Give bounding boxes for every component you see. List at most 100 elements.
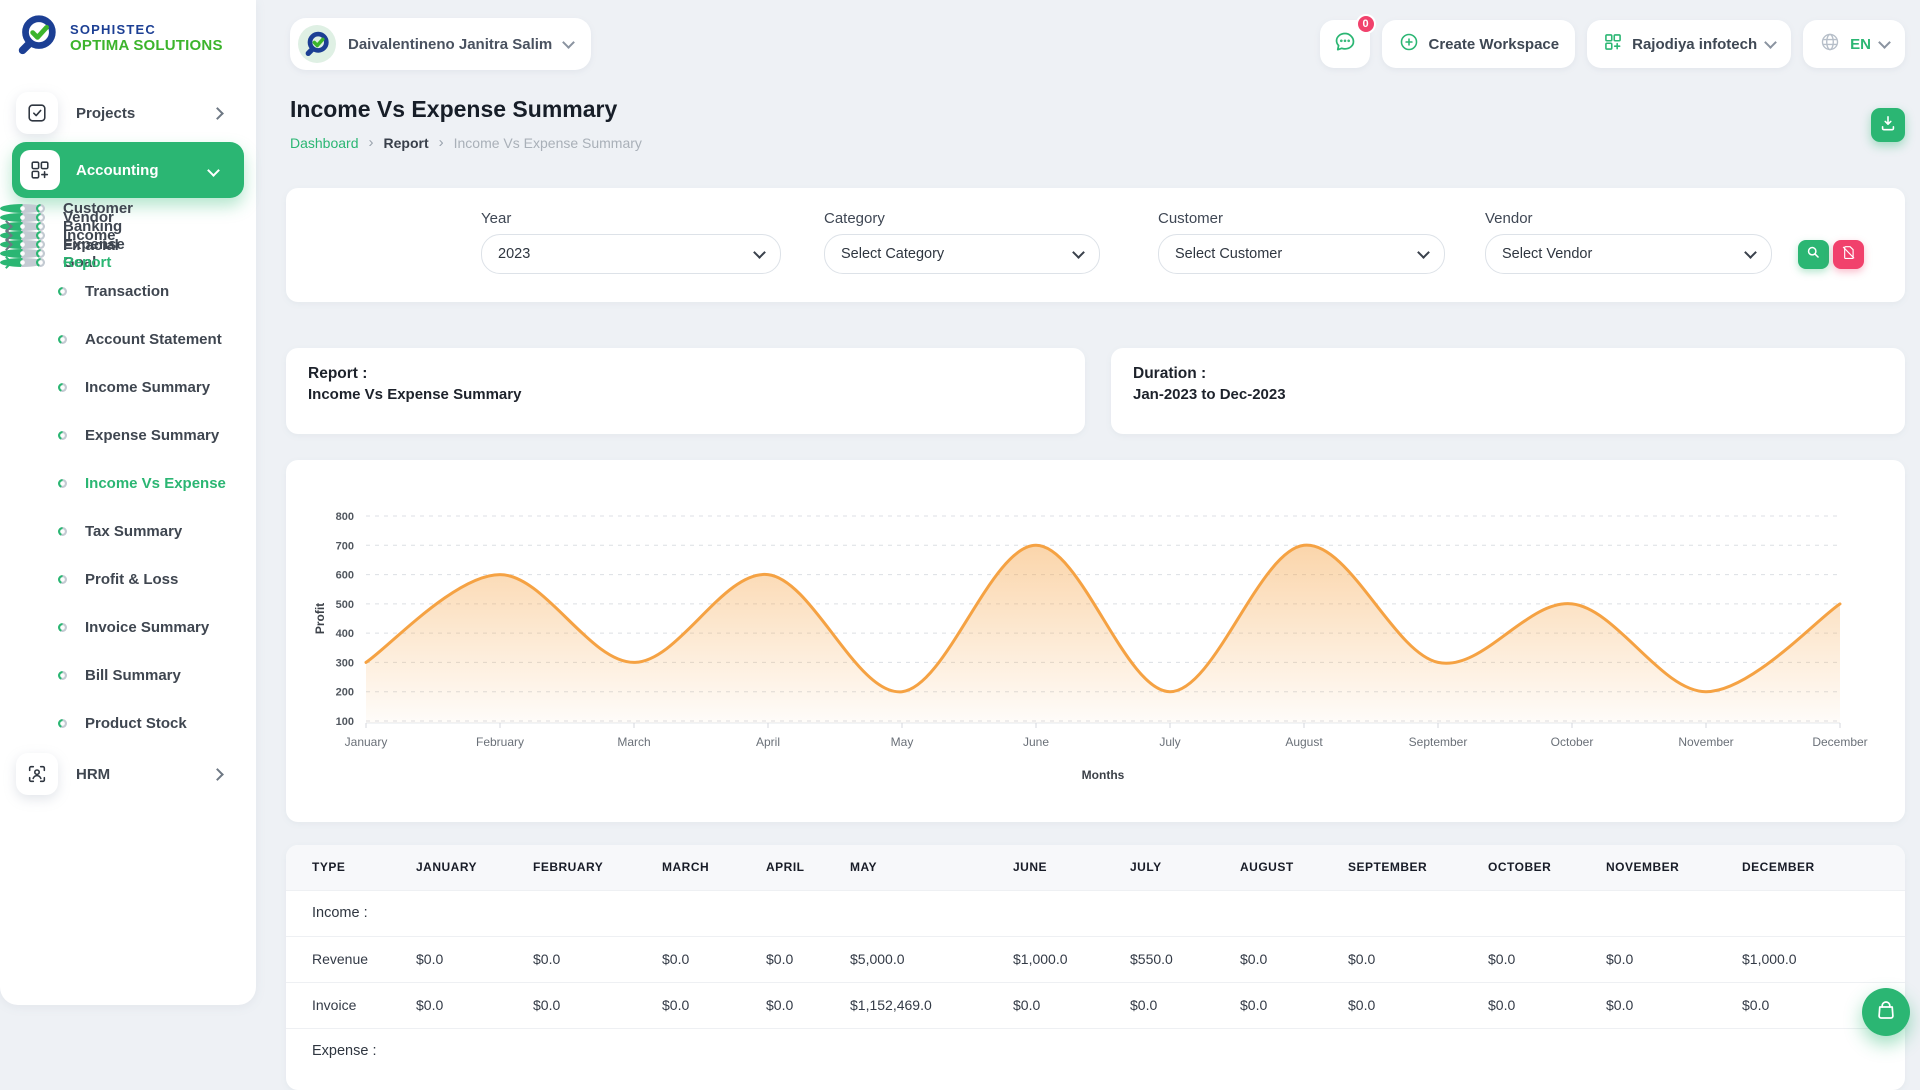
bullet-icon bbox=[58, 383, 67, 392]
breadcrumb-report[interactable]: Report bbox=[384, 135, 429, 151]
breadcrumb-dashboard[interactable]: Dashboard bbox=[290, 135, 359, 151]
filter-panel: Year Category Customer Vendor 2023 Selec… bbox=[286, 188, 1905, 302]
year-select[interactable]: 2023 bbox=[481, 234, 781, 274]
report-value: Income Vs Expense Summary bbox=[308, 386, 1063, 403]
messages-button[interactable]: 0 bbox=[1320, 20, 1370, 68]
topbar-actions: 0 Create Workspace Rajodiya infotech EN bbox=[1320, 20, 1906, 68]
sidebar-item-label: Profit & Loss bbox=[85, 571, 178, 588]
workspace-name: Rajodiya infotech bbox=[1632, 36, 1757, 53]
sidebar-item-label: Invoice Summary bbox=[85, 619, 209, 636]
reset-filter-button[interactable] bbox=[1833, 240, 1864, 269]
customer-select[interactable]: Select Customer bbox=[1158, 234, 1445, 274]
chevron-right-icon bbox=[211, 107, 224, 120]
download-report-button[interactable] bbox=[1871, 108, 1905, 142]
messages-badge: 0 bbox=[1356, 14, 1376, 34]
svg-text:August: August bbox=[1285, 735, 1323, 749]
create-workspace-button[interactable]: Create Workspace bbox=[1382, 20, 1576, 68]
svg-text:200: 200 bbox=[336, 687, 354, 699]
sidebar-item-tax-summary[interactable]: Tax Summary bbox=[0, 507, 256, 555]
svg-text:400: 400 bbox=[336, 628, 354, 640]
chevron-down-icon bbox=[207, 164, 220, 177]
sidebar-item-invoice-summary[interactable]: Invoice Summary bbox=[0, 603, 256, 651]
customer-label: Customer bbox=[1158, 210, 1223, 227]
brand-tagline: OPTIMA SOLUTIONS bbox=[70, 37, 223, 54]
workspace-switcher[interactable]: Rajodiya infotech bbox=[1587, 20, 1791, 68]
svg-text:500: 500 bbox=[336, 599, 354, 611]
chevron-down-icon bbox=[1417, 246, 1430, 259]
bullet-icon bbox=[58, 575, 67, 584]
bullet-icon bbox=[58, 479, 67, 488]
sidebar-item-bill-summary[interactable]: Bill Summary bbox=[0, 651, 256, 699]
logo-icon bbox=[14, 12, 60, 63]
sidebar-item-report[interactable]: Report bbox=[0, 258, 45, 267]
svg-text:September: September bbox=[1409, 735, 1468, 749]
sidebar-item-expense[interactable]: Expense bbox=[0, 240, 45, 249]
sidebar-item-product-stock[interactable]: Product Stock bbox=[0, 699, 256, 747]
search-icon bbox=[1805, 244, 1822, 266]
apply-filter-button[interactable] bbox=[1798, 240, 1829, 269]
report-label: Report : bbox=[308, 365, 1063, 383]
sidebar-item-label: Accounting bbox=[76, 162, 159, 179]
sidebar-item-label: Product Stock bbox=[85, 715, 187, 732]
sidebar-item-hrm[interactable]: HRM bbox=[0, 747, 256, 801]
chevron-right-icon bbox=[211, 768, 224, 781]
column-header: AUGUST bbox=[1239, 845, 1347, 890]
customer-select-value: Select Customer bbox=[1175, 246, 1282, 262]
reset-filter-icon bbox=[1840, 244, 1857, 266]
sidebar-item-projects[interactable]: Projects bbox=[0, 86, 256, 140]
sidebar-item-label: Income Vs Expense bbox=[85, 475, 226, 492]
bullet-icon bbox=[58, 623, 67, 632]
sidebar-item-label: Expense Summary bbox=[85, 427, 219, 444]
user-focus-icon bbox=[16, 753, 58, 795]
language-switcher[interactable]: EN bbox=[1803, 20, 1905, 68]
sidebar-item-accounting[interactable]: Accounting bbox=[12, 142, 244, 198]
breadcrumb-separator: › bbox=[369, 134, 374, 151]
sidebar: SOPHISTEC OPTIMA SOLUTIONS Projects Accou… bbox=[0, 0, 256, 1049]
svg-text:October: October bbox=[1551, 735, 1594, 749]
sidebar-item-profit-loss[interactable]: Profit & Loss bbox=[0, 555, 256, 603]
sidebar-item-label: Income Summary bbox=[85, 379, 210, 396]
duration-value: Jan-2023 to Dec-2023 bbox=[1133, 386, 1883, 403]
sidebar-item-account-statement[interactable]: Account Statement bbox=[0, 315, 256, 363]
bullet-icon bbox=[36, 249, 45, 258]
category-select[interactable]: Select Category bbox=[824, 234, 1100, 274]
bullet-icon bbox=[36, 231, 45, 240]
logo[interactable]: SOPHISTEC OPTIMA SOLUTIONS bbox=[14, 12, 223, 63]
sidebar-item-customer[interactable]: Customer bbox=[0, 204, 45, 213]
sidebar-item-income-summary[interactable]: Income Summary bbox=[0, 363, 256, 411]
svg-text:700: 700 bbox=[336, 540, 354, 552]
column-header: SEPTEMBER bbox=[1347, 845, 1487, 890]
bullet-icon bbox=[36, 240, 45, 249]
chevron-down-icon bbox=[1744, 246, 1757, 259]
vendor-label: Vendor bbox=[1485, 210, 1533, 227]
chevron-down-icon bbox=[562, 36, 575, 49]
column-header: OCTOBER bbox=[1487, 845, 1605, 890]
sidebar-item-label: HRM bbox=[76, 766, 110, 783]
breadcrumb: Dashboard › Report › Income Vs Expense S… bbox=[290, 134, 642, 151]
vendor-select[interactable]: Select Vendor bbox=[1485, 234, 1772, 274]
sidebar-item-transaction[interactable]: Transaction bbox=[0, 267, 256, 315]
sidebar-item-income-vs-expense[interactable]: Income Vs Expense bbox=[0, 459, 256, 507]
bullet-icon bbox=[58, 719, 67, 728]
bullet-icon bbox=[58, 287, 67, 296]
shop-fab-button[interactable] bbox=[1862, 988, 1910, 1036]
sidebar-item-expense-summary[interactable]: Expense Summary bbox=[0, 411, 256, 459]
column-header: MARCH bbox=[661, 845, 765, 890]
brand-name: SOPHISTEC bbox=[70, 22, 223, 37]
svg-text:100: 100 bbox=[336, 716, 354, 728]
duration-summary-card: Duration : Jan-2023 to Dec-2023 bbox=[1111, 348, 1905, 434]
svg-text:July: July bbox=[1159, 735, 1180, 749]
user-menu[interactable]: Daivalentineno Janitra Salim bbox=[290, 18, 591, 70]
chevron-down-icon bbox=[1764, 36, 1777, 49]
bullet-icon bbox=[36, 258, 45, 267]
checkbox-icon bbox=[16, 92, 58, 134]
svg-text:March: March bbox=[617, 735, 650, 749]
svg-text:December: December bbox=[1812, 735, 1867, 749]
sidebar-item-label: Account Statement bbox=[85, 331, 222, 348]
profit-chart-svg: 100200300400500600700800JanuaryFebruaryM… bbox=[286, 476, 1905, 806]
sidebar-item-label: Transaction bbox=[85, 283, 169, 300]
sidebar-menu: ProjectsAccountingCustomerVendorBankingI… bbox=[0, 86, 256, 801]
sidebar-item-label: Bill Summary bbox=[85, 667, 181, 684]
svg-text:January: January bbox=[345, 735, 388, 749]
bullet-icon bbox=[58, 335, 67, 344]
